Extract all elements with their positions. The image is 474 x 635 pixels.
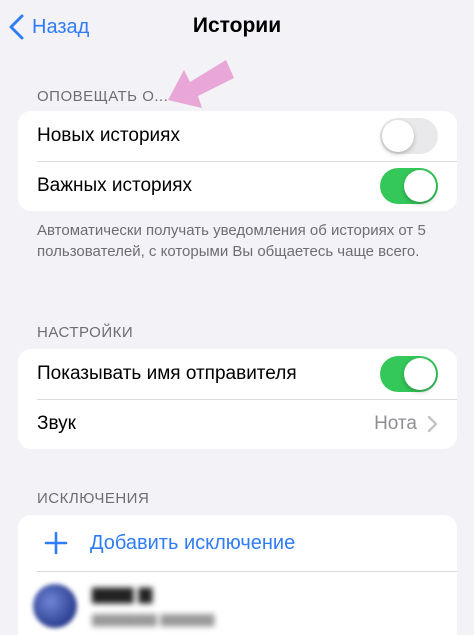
add-exception-button[interactable]: Добавить исключение	[18, 515, 457, 571]
settings-section-header: НАСТРОЙКИ	[37, 324, 134, 341]
page-title: Истории	[192, 14, 282, 37]
notify-card: Новых историях Важных историях	[18, 111, 457, 211]
plus-icon	[44, 531, 68, 555]
show-sender-row: Показывать имя отправителя	[18, 349, 457, 399]
important-stories-label: Важных историях	[37, 175, 193, 196]
blurred-status: ▆▆▆▆▆▆ ▆▆▆▆▆	[92, 610, 215, 626]
new-stories-toggle[interactable]	[380, 118, 438, 154]
exceptions-section-header: ИСКЛЮЧЕНИЯ	[37, 490, 150, 507]
notify-footer-text: Автоматически получать уведомления об ис…	[37, 222, 426, 260]
sound-row[interactable]: Звук Нота	[18, 399, 457, 449]
sound-value: Нота	[374, 413, 417, 434]
toggle-knob	[382, 120, 414, 152]
new-stories-label: Новых историях	[37, 125, 180, 146]
chevron-right-icon	[427, 415, 438, 433]
settings-card: Показывать имя отправителя Звук Нота	[18, 349, 457, 449]
show-sender-toggle[interactable]	[380, 356, 438, 392]
new-stories-row: Новых историях	[18, 111, 457, 161]
exceptions-card: Добавить исключение ▆▆▆ ▆ ▆▆▆▆▆▆ ▆▆▆▆▆	[18, 515, 457, 635]
blurred-contact-info: ▆▆▆ ▆ ▆▆▆▆▆▆ ▆▆▆▆▆	[92, 583, 214, 627]
toggle-knob	[404, 358, 436, 390]
show-sender-label: Показывать имя отправителя	[37, 363, 297, 384]
sound-value-container: Нота	[374, 399, 439, 449]
notify-section-header: ОПОВЕЩАТЬ О...	[37, 88, 169, 105]
important-stories-toggle[interactable]	[380, 168, 438, 204]
sound-label: Звук	[37, 413, 76, 434]
important-stories-row: Важных историях	[18, 161, 457, 211]
exception-contact-row[interactable]: ▆▆▆ ▆ ▆▆▆▆▆▆ ▆▆▆▆▆	[18, 571, 457, 635]
navigation-bar: Назад Истории	[0, 0, 474, 56]
toggle-knob	[404, 170, 436, 202]
avatar	[33, 584, 77, 628]
blurred-name: ▆▆▆ ▆	[92, 583, 153, 603]
add-exception-label: Добавить исключение	[90, 531, 296, 554]
